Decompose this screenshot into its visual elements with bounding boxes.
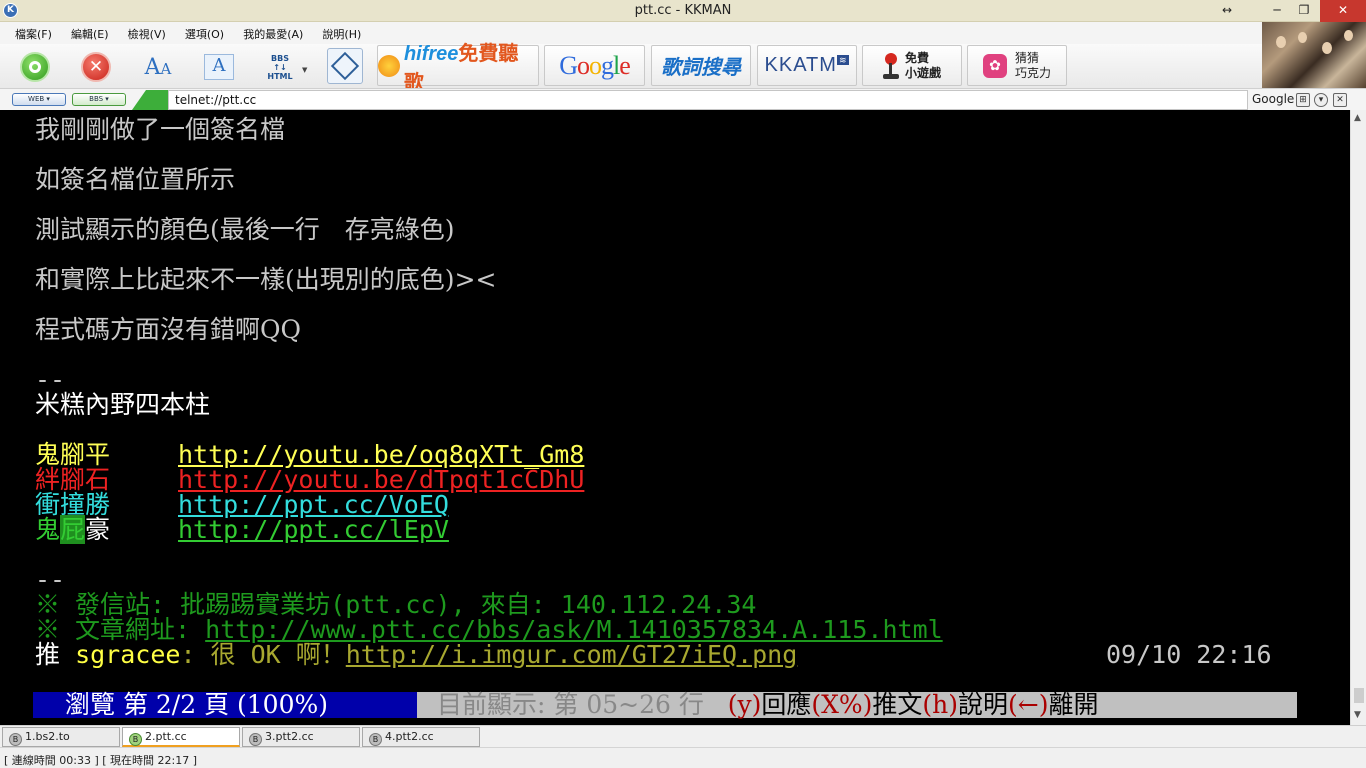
browse-status-line: 瀏覽 第 2/2 頁 (100%) 目前顯示: 第 05~26 行 (y)回應(…	[33, 692, 1297, 718]
new-window-icon[interactable]: ⊞	[1296, 93, 1310, 107]
minimize-button[interactable]: ─	[1262, 0, 1292, 22]
tab-ptt[interactable]: B 2.ptt.cc	[122, 727, 240, 747]
article-line: 程式碼方面沒有錯啊QQ	[35, 315, 301, 344]
status-help: 目前顯示: 第 05~26 行 (y)回應(X%)推文(h)說明(←)離開	[417, 692, 1297, 718]
article-line: 和實際上比起來不一樣(出現別的底色)><	[35, 265, 497, 294]
web-mode-button[interactable]: WEB ▾	[12, 93, 66, 106]
window-title: ptt.cc - KKMAN	[634, 3, 732, 18]
scroll-thumb[interactable]	[1354, 688, 1364, 703]
push-link[interactable]: http://i.imgur.com/GT27iEQ.png	[346, 640, 798, 669]
menu-help[interactable]: 說明(H)	[322, 22, 361, 42]
reply-label: 回應	[761, 690, 812, 719]
article-line: 我剛剛做了一個簽名檔	[35, 115, 286, 144]
banner-photo[interactable]	[1262, 22, 1366, 88]
kkatm-button[interactable]: KKATM ≋	[757, 45, 857, 86]
url-input[interactable]: telnet://ptt.cc	[168, 90, 1248, 110]
bbs-icon: B	[249, 733, 262, 746]
scroll-down-icon[interactable]: ▼	[1354, 710, 1361, 720]
cube-icon	[327, 48, 363, 84]
article-line: 測試顯示的顏色(最後一行 存亮綠色)	[35, 215, 455, 244]
flower-icon: ✿	[982, 53, 1007, 78]
cube-button[interactable]	[326, 47, 364, 85]
tab-ptt2-4[interactable]: B 4.ptt2.cc	[362, 727, 480, 747]
bbs-icon: B	[9, 733, 22, 746]
menu-view[interactable]: 檢視(V)	[128, 22, 166, 42]
push-user: sgracee	[75, 640, 181, 669]
resize-icon[interactable]: ↔	[1212, 0, 1242, 22]
chevron-down-icon[interactable]: ▼	[302, 66, 307, 74]
player-name: 鬼屁豪	[35, 515, 111, 544]
push-label: 推文	[872, 690, 923, 719]
page-indicator: 瀏覽 第 2/2 頁 (100%)	[33, 692, 417, 718]
help-key: (h)	[922, 690, 959, 719]
scroll-up-icon[interactable]: ▲	[1354, 113, 1361, 123]
article-line: 如簽名檔位置所示	[35, 165, 236, 194]
title-bar: K ptt.cc - KKMAN ↔ ─ ❐ ✕	[0, 0, 1366, 22]
address-bar: WEB ▾ BBS ▾ telnet://ptt.cc Google ⊞ ▾ ✕	[0, 88, 1366, 110]
hifree-icon	[378, 54, 400, 77]
help-label: 說明	[958, 690, 1009, 719]
bbs-icon: B	[129, 733, 142, 746]
status-bar: [ 連線時間 00:33 ] [ 現在時間 22:17 ]	[0, 747, 1366, 768]
stop-icon: ✕	[81, 52, 111, 82]
guess-chocolate-button[interactable]: ✿ 猜猜 巧克力	[967, 45, 1067, 86]
font-size-button[interactable]: AA	[139, 48, 177, 86]
font-style-icon: A	[204, 54, 234, 80]
lyrics-search-button[interactable]: 歌詞搜尋	[651, 45, 751, 86]
dropdown-icon[interactable]: ▾	[1314, 93, 1328, 107]
menu-options[interactable]: 選項(O)	[185, 22, 224, 42]
font-style-button[interactable]: A	[200, 48, 238, 86]
menu-bar: 檔案(F) 編輯(E) 檢視(V) 選項(O) 我的最愛(A) 說明(H)	[0, 22, 1262, 44]
leave-label: 離開	[1048, 690, 1099, 719]
bbs-html-button[interactable]: BBS ↑↓ HTML	[261, 48, 299, 86]
kkatm-badge-icon: ≋	[836, 55, 850, 66]
push-line: 推 sgracee: 很 OK 啊！http://i.imgur.com/GT2…	[35, 642, 797, 668]
leave-key: (←)	[1008, 690, 1049, 719]
bbs-icon: B	[369, 733, 382, 746]
close-button[interactable]: ✕	[1320, 0, 1366, 22]
search-engine-label[interactable]: Google	[1252, 92, 1294, 106]
lyrics-search-label: 歌詞搜尋	[661, 55, 741, 79]
tab-bar: B 1.bs2.to B 2.ptt.cc B 3.ptt2.cc B 4.ptt2.c…	[0, 725, 1366, 747]
google-logo: Google	[559, 50, 631, 80]
kkatm-logo: KKATM ≋	[764, 54, 850, 76]
connect-button[interactable]	[16, 48, 54, 86]
toolbar: ✕ AA A BBS ↑↓ HTML ▼ hifree免費聽歌 Google 歌…	[0, 43, 1262, 94]
push-time: 09/10 22:16	[1106, 640, 1272, 669]
restore-button[interactable]: ❐	[1289, 0, 1319, 22]
bbs-mode-button[interactable]: BBS ▾	[72, 93, 126, 106]
stop-button[interactable]: ✕	[77, 48, 115, 86]
line-range: 目前顯示: 第 05~26 行	[437, 690, 704, 719]
menu-favorites[interactable]: 我的最愛(A)	[243, 22, 303, 42]
font-size-icon: AA	[144, 54, 172, 80]
vertical-scrollbar[interactable]: ▲ ▼	[1350, 110, 1366, 725]
push-text: : 很 OK 啊！	[180, 640, 346, 669]
bbs-html-icon: BBS ↑↓ HTML	[267, 53, 293, 81]
menu-edit[interactable]: 編輯(E)	[71, 22, 109, 42]
player-link[interactable]: http://ppt.cc/lEpV	[178, 517, 449, 543]
google-button[interactable]: Google	[544, 45, 645, 86]
close-address-icon[interactable]: ✕	[1333, 93, 1347, 107]
free-games-label: 免費 小遊戲	[904, 50, 941, 80]
tab-ptt2-3[interactable]: B 3.ptt2.cc	[242, 727, 360, 747]
hifree-logo: hifree免費聽歌	[403, 42, 519, 94]
connect-icon	[20, 52, 50, 82]
reply-key: (y)	[727, 690, 762, 719]
push-key: (X%)	[811, 690, 873, 719]
guess-chocolate-label: 猜猜 巧克力	[1014, 50, 1051, 80]
address-indicator	[132, 90, 172, 110]
tab-bs2[interactable]: B 1.bs2.to	[2, 727, 120, 747]
terminal-screen[interactable]: 我剛剛做了一個簽名檔 如簽名檔位置所示 測試顯示的顏色(最後一行 存亮綠色) 和…	[0, 110, 1350, 725]
signature-title: 米糕內野四本柱	[35, 390, 211, 419]
push-tag: 推	[35, 640, 61, 669]
free-games-button[interactable]: 免費 小遊戲	[862, 45, 962, 86]
joystick-icon	[882, 52, 899, 79]
hifree-button[interactable]: hifree免費聽歌	[377, 43, 539, 94]
menu-file[interactable]: 檔案(F)	[15, 22, 52, 42]
